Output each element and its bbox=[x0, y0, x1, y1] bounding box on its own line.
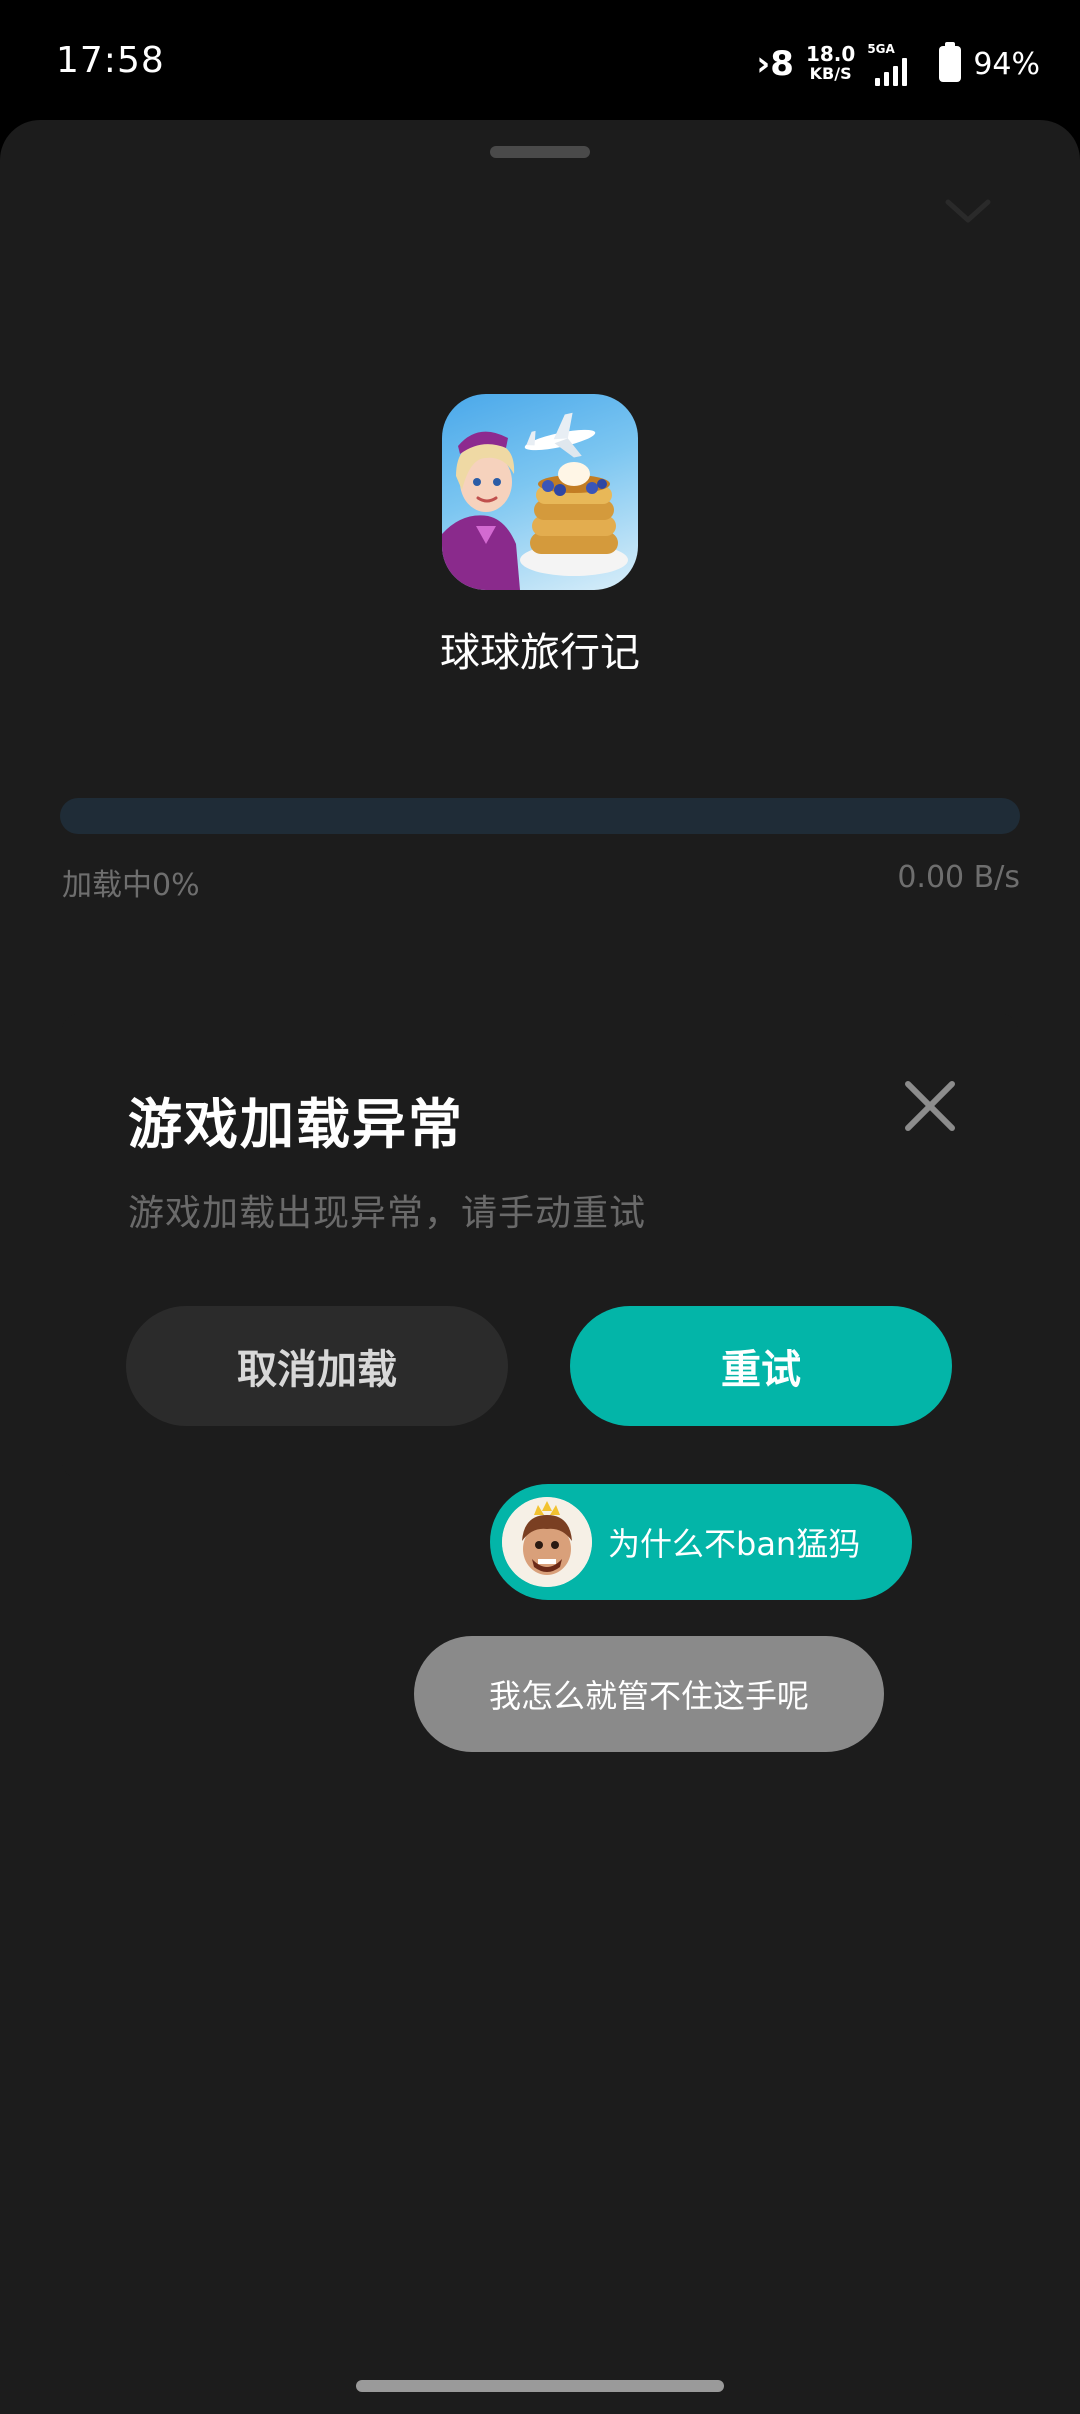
download-speed: 0.00 B/s bbox=[897, 860, 1020, 895]
loading-status-text: 加载中0% bbox=[62, 868, 200, 903]
dialog-title: 游戏加载异常 bbox=[128, 1093, 464, 1156]
danmaku-bubble: 我怎么就管不住这手呢 bbox=[414, 1636, 884, 1752]
battery-percent: 94% bbox=[973, 46, 1040, 82]
network-speed: 18.0 KB/S bbox=[806, 44, 855, 84]
cancel-loading-button[interactable]: 取消加载 bbox=[126, 1306, 508, 1426]
nfc-icon: ›8 bbox=[756, 44, 794, 84]
close-icon[interactable] bbox=[902, 1078, 958, 1134]
signal-icon: 5GA bbox=[867, 42, 927, 86]
network-speed-unit: KB/S bbox=[809, 64, 852, 83]
avatar bbox=[502, 1497, 592, 1587]
network-speed-value: 18.0 bbox=[805, 42, 856, 66]
load-error-dialog: 游戏加载异常 游戏加载出现异常，请手动重试 取消加载 重试 bbox=[62, 1014, 1018, 1478]
status-time: 17:58 bbox=[56, 40, 165, 81]
loading-progress-bar bbox=[60, 798, 1020, 834]
chevron-down-icon[interactable] bbox=[940, 192, 996, 232]
danmaku-bubble: 为什么不ban猛犸 bbox=[490, 1484, 912, 1600]
danmaku-text: 为什么不ban猛犸 bbox=[608, 1525, 861, 1563]
status-icons: ›8 18.0 KB/S 5GA 94% bbox=[756, 40, 1040, 88]
loading-sheet: 球球旅行记 加载中0% 0.00 B/s 游戏加载异常 游戏加载出现异常，请手动… bbox=[0, 120, 1080, 2414]
game-app-icon bbox=[442, 394, 638, 590]
dialog-message: 游戏加载出现异常，请手动重试 bbox=[128, 1193, 647, 1234]
retry-button[interactable]: 重试 bbox=[570, 1306, 952, 1426]
drag-handle[interactable] bbox=[490, 146, 590, 158]
status-bar: 17:58 ›8 18.0 KB/S 5GA 94% bbox=[0, 0, 1080, 120]
game-name: 球球旅行记 bbox=[440, 630, 640, 676]
network-type-label: 5GA bbox=[867, 42, 895, 56]
home-indicator[interactable] bbox=[356, 2380, 724, 2392]
battery-icon bbox=[939, 42, 962, 82]
